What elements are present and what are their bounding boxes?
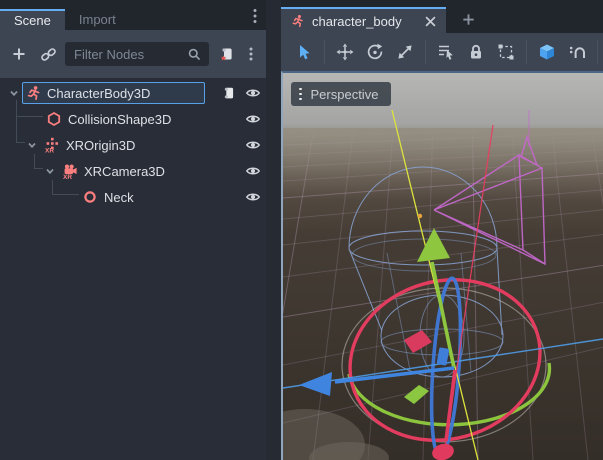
instance-scene-icon (40, 46, 57, 63)
svg-text:XR: XR (45, 148, 54, 154)
svg-text:XR: XR (63, 174, 72, 179)
selected-node-box[interactable]: CharacterBody3D (22, 82, 205, 104)
list-cursor-icon (436, 42, 456, 62)
cursor-arrow-icon (295, 43, 314, 62)
xr-origin-3d-icon: XR (44, 137, 60, 153)
select-mode-button[interactable] (293, 41, 315, 63)
chevron-down-icon[interactable] (44, 165, 56, 177)
new-scene-tab-button[interactable] (459, 10, 477, 28)
search-icon (187, 47, 202, 62)
group-icon (496, 42, 516, 62)
character-body-3d-icon (291, 14, 305, 28)
horizon-fog (283, 128, 603, 200)
orange-marker-dot (418, 214, 422, 218)
use-local-space-toggle[interactable] (536, 41, 558, 63)
move-mode-button[interactable] (334, 41, 356, 63)
script-icon[interactable] (221, 86, 236, 101)
scene-dock: Scene Import (0, 0, 266, 460)
tree-row-characterbody3d[interactable]: CharacterBody3D (0, 80, 266, 106)
godot-editor: Scene Import (0, 0, 603, 460)
tree-row-xrcamera3d[interactable]: XR XRCamera3D (0, 158, 266, 184)
xr-camera-3d-icon: XR (62, 163, 78, 179)
tab-import[interactable]: Import (65, 9, 130, 30)
filter-nodes-input[interactable] (72, 46, 183, 63)
visibility-eye-icon[interactable] (245, 163, 261, 179)
viewport-3d[interactable]: Perspective (281, 71, 603, 460)
scene-dock-toolbar (0, 30, 266, 78)
lock-icon (466, 42, 486, 62)
collision-shape-3d-icon (46, 111, 62, 127)
instance-scene-button[interactable] (36, 42, 60, 66)
move-icon (335, 42, 355, 62)
scene-tab-label: character_body (312, 14, 402, 29)
node-name: XRCamera3D (84, 164, 165, 179)
scene-tree: CharacterBody3D Co (0, 78, 266, 460)
node-3d-icon (82, 189, 98, 205)
cube-icon (537, 42, 557, 62)
scale-mode-button[interactable] (394, 41, 416, 63)
toolbar-separator (324, 40, 325, 64)
chevron-down-icon[interactable] (26, 139, 38, 151)
dock-menu-button[interactable] (246, 5, 264, 27)
drag-handle-dots-icon (299, 88, 302, 101)
node-name: CollisionShape3D (68, 112, 171, 127)
add-node-button[interactable] (7, 42, 31, 66)
vertical-dots-icon (245, 46, 257, 62)
node-name: XROrigin3D (66, 138, 135, 153)
filter-by-script-button[interactable] (214, 42, 238, 66)
tree-options-button[interactable] (243, 42, 259, 66)
scale-icon (395, 42, 415, 62)
add-node-icon (11, 46, 27, 62)
toolbar-separator (597, 40, 598, 64)
tree-row-neck[interactable]: Neck (0, 184, 266, 210)
projection-label: Perspective (311, 87, 379, 102)
use-snap-toggle[interactable] (566, 41, 588, 63)
visibility-eye-icon[interactable] (245, 137, 261, 153)
dock-tab-bar: Scene Import (0, 0, 266, 30)
visibility-eye-icon[interactable] (245, 85, 261, 101)
close-icon[interactable] (425, 16, 436, 27)
toolbar-separator (425, 40, 426, 64)
vertical-dots-icon (248, 8, 262, 24)
character-body-3d-icon (26, 85, 42, 101)
visibility-eye-icon[interactable] (245, 111, 261, 127)
tab-scene[interactable]: Scene (0, 9, 65, 30)
rotate-icon (365, 42, 385, 62)
lock-button[interactable] (465, 41, 487, 63)
rotate-mode-button[interactable] (364, 41, 386, 63)
viewport-toolbar (281, 33, 603, 71)
scene-tab-bar: character_body (281, 0, 603, 33)
script-star-icon (218, 46, 235, 63)
toolbar-separator (526, 40, 527, 64)
node-name: Neck (104, 190, 134, 205)
perspective-menu-button[interactable]: Perspective (291, 82, 391, 106)
main-viewport-panel: character_body (281, 0, 603, 460)
visibility-eye-icon[interactable] (245, 189, 261, 205)
filter-nodes-field[interactable] (65, 42, 209, 66)
tree-row-xrorigin3d[interactable]: XR XROrigin3D (0, 132, 266, 158)
node-name: CharacterBody3D (47, 86, 150, 101)
tree-row-collisionshape3d[interactable]: CollisionShape3D (0, 106, 266, 132)
plus-icon (461, 12, 476, 27)
list-select-button[interactable] (435, 41, 457, 63)
group-button[interactable] (495, 41, 517, 63)
viewport-3d-canvas[interactable] (283, 73, 603, 460)
chevron-down-icon[interactable] (8, 87, 20, 99)
scene-tab-character-body[interactable]: character_body (281, 7, 446, 33)
magnet-icon (567, 42, 587, 62)
dock-splitter[interactable] (266, 0, 281, 460)
